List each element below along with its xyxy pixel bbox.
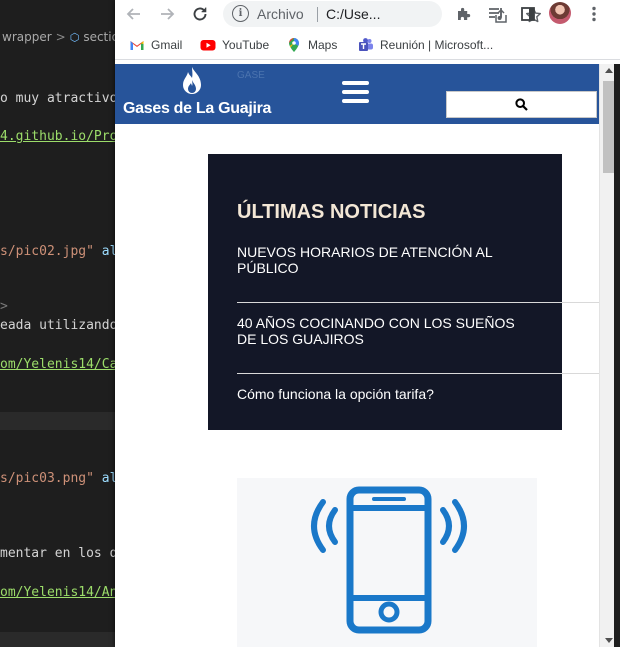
breadcrumb: wrapper > ⬡ sectio bbox=[0, 26, 119, 48]
logo-text: Gases de La Guajira bbox=[123, 100, 272, 117]
code-line: om/Yelenis14/Ani bbox=[0, 584, 125, 602]
bookmark-label: Gmail bbox=[151, 38, 183, 52]
page-viewport: GASE Gases de La Guajira ÚLTIMAS NOTICIA… bbox=[115, 64, 599, 647]
teams-icon bbox=[358, 37, 374, 53]
maps-icon bbox=[286, 37, 302, 53]
browser-toolbar: i Archivo C:/Use... bbox=[115, 0, 620, 28]
info-icon[interactable]: i bbox=[232, 5, 249, 22]
youtube-icon bbox=[200, 37, 216, 53]
code-line: mentar en los di bbox=[0, 545, 125, 563]
address-divider bbox=[317, 7, 318, 22]
address-scheme-label: Archivo bbox=[257, 6, 304, 22]
media-controls-icon[interactable] bbox=[485, 3, 507, 25]
address-bar[interactable]: i Archivo C:/Use... bbox=[223, 1, 541, 27]
news-panel: ÚLTIMAS NOTICIAS NUEVOS HORARIOS DE ATEN… bbox=[208, 154, 599, 430]
header-ghost-text: GASE bbox=[237, 70, 265, 81]
code-token: eada utilizando bbox=[0, 318, 118, 333]
forward-arrow-icon[interactable] bbox=[156, 3, 178, 25]
bookmark-label: Maps bbox=[308, 38, 338, 52]
breadcrumb-item-current[interactable]: sectio bbox=[83, 30, 119, 44]
code-token: 4.github.io/Proy bbox=[0, 129, 126, 144]
hamburger-menu-icon[interactable] bbox=[342, 81, 369, 103]
code-token: s/pic03.png" bbox=[0, 471, 94, 486]
site-header: GASE Gases de La Guajira bbox=[115, 64, 599, 124]
bookmark-youtube[interactable]: YouTube bbox=[200, 37, 269, 53]
phone-vibrate-icon bbox=[311, 486, 467, 634]
bookmark-label: Reunión | Microsoft... bbox=[380, 38, 494, 52]
news-item[interactable]: 40 AÑOS COCINANDO CON LOS SUEÑOS DE LOS … bbox=[237, 315, 527, 347]
news-divider bbox=[237, 373, 599, 374]
gmail-icon bbox=[129, 37, 145, 53]
code-line: om/Yelenis14/Cal bbox=[0, 356, 125, 374]
current-line-highlight bbox=[0, 412, 120, 430]
flame-logo-icon bbox=[183, 67, 201, 94]
search-icon bbox=[515, 98, 528, 111]
breadcrumb-item-prev[interactable]: wrapper bbox=[2, 30, 52, 44]
bookmark-gmail[interactable]: Gmail bbox=[129, 37, 182, 53]
site-logo[interactable]: GASE Gases de La Guajira bbox=[115, 64, 271, 124]
bookmark-teams[interactable]: Reunión | Microsoft... bbox=[358, 37, 493, 53]
code-line: > bbox=[0, 298, 8, 316]
extensions-puzzle-icon[interactable] bbox=[453, 3, 475, 25]
news-item[interactable]: Cómo funciona la opción tarifa? bbox=[237, 386, 527, 402]
code-token: o muy atractivo bbox=[0, 91, 118, 106]
bookmarks-bar: Gmail YouTube Maps Reunión | Microsoft..… bbox=[115, 30, 620, 60]
code-line: s/pic02.jpg" alt bbox=[0, 243, 125, 261]
side-panel-icon[interactable] bbox=[517, 3, 539, 25]
scroll-down-arrow-icon[interactable] bbox=[605, 638, 613, 643]
cube-icon: ⬡ bbox=[69, 30, 80, 44]
news-item[interactable]: NUEVOS HORARIOS DE ATENCIÓN AL PÚBLICO bbox=[237, 244, 527, 276]
scroll-up-arrow-icon[interactable] bbox=[605, 68, 613, 73]
news-title: ÚLTIMAS NOTICIAS bbox=[237, 201, 426, 223]
code-token: mentar en los di bbox=[0, 546, 126, 561]
browser-window: i Archivo C:/Use... Gmail YouTube Maps R… bbox=[115, 0, 620, 647]
code-token: om/Yelenis14/Cal bbox=[0, 357, 126, 372]
bookmark-maps[interactable]: Maps bbox=[286, 37, 337, 53]
code-token: s/pic02.jpg" bbox=[0, 244, 94, 259]
code-line: 4.github.io/Proy bbox=[0, 128, 125, 146]
code-line: eada utilizando bbox=[0, 317, 117, 335]
code-token: > bbox=[0, 299, 8, 314]
news-divider bbox=[237, 302, 599, 303]
editor-right-edge bbox=[614, 64, 620, 647]
code-line: s/pic03.png" alt bbox=[0, 470, 125, 488]
reload-icon[interactable] bbox=[189, 3, 211, 25]
bookmark-label: YouTube bbox=[222, 38, 270, 52]
phone-card bbox=[237, 478, 537, 647]
site-search-button[interactable] bbox=[446, 91, 597, 118]
breadcrumb-separator: > bbox=[55, 30, 66, 44]
back-arrow-icon[interactable] bbox=[123, 3, 145, 25]
profile-avatar[interactable] bbox=[549, 2, 571, 24]
more-options-icon[interactable] bbox=[583, 3, 605, 25]
code-line: o muy atractivo bbox=[0, 90, 117, 108]
address-url[interactable]: C:/Use... bbox=[326, 6, 380, 22]
current-line-highlight bbox=[0, 632, 120, 647]
code-token: om/Yelenis14/Ani bbox=[0, 585, 126, 600]
